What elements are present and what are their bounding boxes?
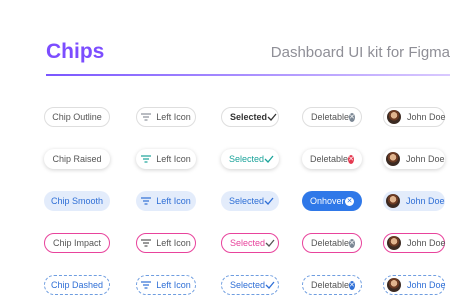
header-divider	[46, 74, 450, 76]
chip-label: Left Icon	[156, 154, 191, 164]
chip-label: Selected	[229, 154, 265, 164]
user-avatar	[387, 236, 401, 250]
chip-deletable[interactable]: Deletable ✕	[302, 149, 362, 169]
chip-selected[interactable]: Selected	[221, 275, 279, 295]
chip-left-icon[interactable]: Left Icon	[136, 191, 196, 211]
close-circle-icon[interactable]: ✕	[349, 112, 355, 122]
chip-label: Left Icon	[156, 280, 191, 290]
chip-label: Left Icon	[156, 196, 191, 206]
chip-left-icon[interactable]: Left Icon	[136, 107, 196, 127]
user-avatar	[387, 110, 401, 124]
filter-lines-icon	[141, 197, 152, 205]
user-avatar	[386, 152, 400, 166]
chip-label: Selected	[230, 238, 266, 248]
chip-avatar[interactable]: John Doe	[383, 107, 446, 127]
chip-label: John Doe	[406, 196, 445, 206]
chip-label: John Doe	[407, 280, 446, 290]
chip-onhover[interactable]: Onhover ✕	[302, 191, 362, 211]
chip-label: Deletable	[311, 280, 350, 290]
user-avatar	[387, 278, 401, 292]
close-circle-icon[interactable]: ✕	[348, 154, 354, 164]
chip-label: Deletable	[311, 238, 350, 248]
user-avatar	[386, 194, 400, 208]
check-icon	[265, 281, 275, 289]
check-icon	[265, 239, 275, 247]
check-icon	[264, 197, 274, 205]
close-circle-icon[interactable]: ✕	[349, 280, 355, 290]
chip-label: Chip Dashed	[50, 280, 104, 290]
chip-outline[interactable]: Chip Outline	[44, 107, 110, 127]
filter-lines-icon	[141, 239, 152, 247]
chip-left-icon[interactable]: Left Icon	[136, 233, 196, 253]
chip-label: Left Icon	[156, 238, 191, 248]
chips-grid: Chip Outline Left Icon Selected Deletabl…	[44, 96, 461, 306]
chip-label: Selected	[230, 112, 268, 122]
chip-dashed[interactable]: Chip Dashed	[44, 275, 110, 295]
chip-avatar[interactable]: John Doe	[383, 233, 446, 253]
chip-label: Selected	[229, 196, 265, 206]
close-circle-icon[interactable]: ✕	[349, 238, 355, 248]
chip-deletable[interactable]: Deletable ✕	[302, 107, 362, 127]
filter-lines-icon	[141, 113, 152, 121]
page-subtitle: Dashboard UI kit for Figma	[270, 44, 450, 61]
chip-label: John Doe	[407, 238, 446, 248]
chip-label: John Doe	[406, 154, 445, 164]
chip-selected[interactable]: Selected	[221, 149, 279, 169]
chip-label: John Doe	[407, 112, 446, 122]
check-icon	[267, 113, 277, 121]
chip-deletable[interactable]: Deletable ✕	[302, 275, 362, 295]
chip-label: Chip Impact	[52, 238, 102, 248]
filter-lines-icon	[141, 155, 152, 163]
page-title: Chips	[46, 40, 105, 63]
chip-label: Deletable	[311, 112, 350, 122]
chip-avatar[interactable]: John Doe	[383, 149, 445, 169]
check-icon	[264, 155, 274, 163]
chip-smooth[interactable]: Chip Smooth	[44, 191, 110, 211]
chip-selected[interactable]: Selected	[221, 107, 279, 127]
chip-label: Onhover	[310, 196, 345, 206]
chip-label: Chip Outline	[52, 112, 102, 122]
filter-lines-icon	[141, 281, 152, 289]
chip-label: Chip Smooth	[50, 196, 104, 206]
chip-deletable[interactable]: Deletable ✕	[302, 233, 362, 253]
chip-raised[interactable]: Chip Raised	[44, 149, 110, 169]
chip-left-icon[interactable]: Left Icon	[136, 149, 196, 169]
chip-impact[interactable]: Chip Impact	[44, 233, 110, 253]
chip-selected[interactable]: Selected	[221, 233, 279, 253]
chip-label: Selected	[230, 280, 266, 290]
chip-avatar[interactable]: John Doe	[383, 275, 446, 295]
chip-avatar[interactable]: John Doe	[383, 191, 445, 211]
chip-left-icon[interactable]: Left Icon	[136, 275, 196, 295]
chip-selected[interactable]: Selected	[221, 191, 279, 211]
chip-label: Deletable	[310, 154, 349, 164]
chip-label: Chip Raised	[52, 154, 102, 164]
close-circle-icon[interactable]: ✕	[345, 196, 354, 206]
chip-label: Left Icon	[156, 112, 191, 122]
